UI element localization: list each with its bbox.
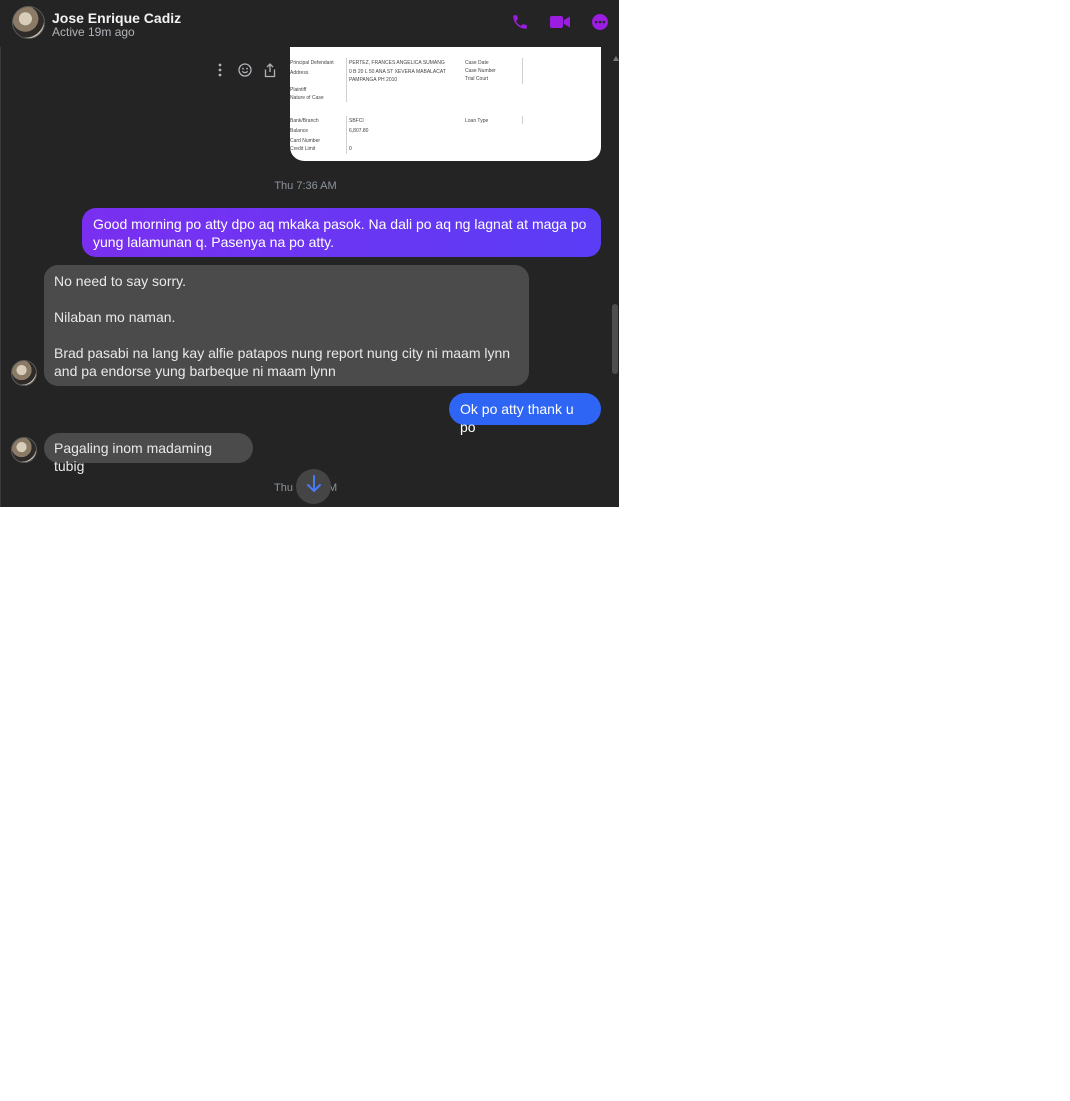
message-line: and pa endorse yung barbeque ni maam lyn… [54,363,336,379]
scroll-up-arrow-icon[interactable] [613,56,619,61]
scrollbar[interactable] [611,47,619,507]
message-line: Good morning po atty dpo aq mkaka pasok.… [93,216,587,232]
attachment-label: Nature of Case [290,95,324,101]
phone-icon[interactable] [510,12,530,32]
chat-window: Jose Enrique Cadiz Active 19m ago Princi… [0,0,619,507]
attachment-label: Plaintiff [290,87,307,93]
table-divider [522,58,523,84]
message-timestamp: Thu [274,482,293,494]
chat-header: Jose Enrique Cadiz Active 19m ago [0,0,619,47]
message-line: yung lalamunan q. Pasenya na po atty. [93,234,335,250]
react-emoji-icon[interactable] [237,62,253,78]
attachment-value: 6,807.80 [349,128,369,134]
attachment-label: Case Number [465,68,496,74]
table-divider [346,116,347,154]
attachment-label: Balance [290,128,309,134]
scrollbar-thumb[interactable] [612,304,618,374]
contact-avatar[interactable] [12,6,45,39]
attachment-label: Trial Court [465,76,489,82]
contact-status: Active 19m ago [52,25,135,39]
attachment-label: Address [290,70,309,76]
image-attachment[interactable]: Principal Defendant Address Plaintiff Na… [290,47,601,161]
attachment-value: 0 B 20 L 50 ANA ST XEVERA MABALACAT [349,69,446,75]
message-bubble-outgoing[interactable]: Ok po atty thank u po [449,393,601,435]
attachment-label: Bank/Branch [290,118,319,124]
arrow-down-icon [306,475,322,498]
message-line: Ok po atty thank u po [460,401,574,435]
message-actions [212,62,278,78]
message-bubble-incoming[interactable]: Pagaling inom madaming tubig [44,433,253,474]
message-bubble-outgoing[interactable]: Good morning po atty dpo aq mkaka pasok.… [82,208,601,257]
message-line: No need to say sorry. [54,273,187,289]
table-divider [346,58,347,102]
contact-name[interactable]: Jose Enrique Cadiz [52,10,181,26]
video-icon[interactable] [549,12,571,32]
attachment-value: SBFCI [349,118,364,124]
attachment-label: Loan Type [465,118,489,124]
sender-avatar[interactable] [11,437,37,463]
message-bubble-incoming[interactable]: No need to say sorry. Nilaban mo naman. … [44,265,529,386]
share-icon[interactable] [262,62,278,78]
message-line: Pagaling inom madaming tubig [54,440,212,474]
attachment-value: PERTEZ, FRANCES ANGELICA SUMANG [349,60,445,66]
attachment-label: Case Date [465,60,489,66]
sender-avatar[interactable] [11,360,37,386]
attachment-value: 0 [349,146,352,152]
more-options-icon[interactable] [212,62,228,78]
message-timestamp: Thu 7:36 AM [274,180,337,192]
table-divider [522,116,523,124]
scroll-to-bottom-button[interactable] [296,469,331,504]
attachment-label: Card Number [290,138,321,144]
attachment-value: PAMPANGA PH 2010 [349,77,398,83]
message-line: Nilaban mo naman. [54,309,176,325]
attachment-label: Credit Limit [290,146,316,152]
more-icon[interactable] [590,12,610,32]
message-line: Brad pasabi na lang kay alfie patapos nu… [54,345,511,361]
attachment-label: Principal Defendant [290,60,334,66]
